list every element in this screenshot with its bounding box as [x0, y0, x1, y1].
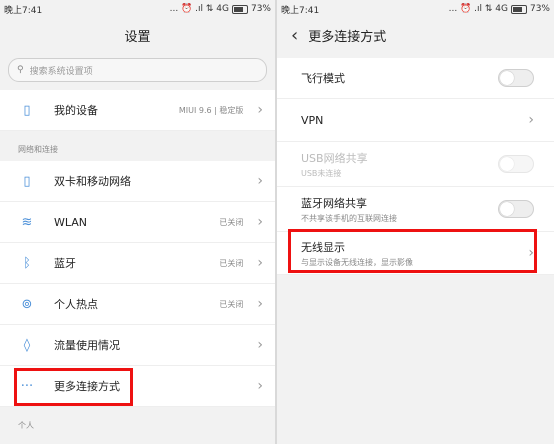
option-subtitle: 不共享该手机的互联网连接: [301, 213, 397, 223]
network-item-label: 流量使用情况: [54, 339, 120, 352]
phone-icon: ▯: [23, 102, 31, 118]
option-label: VPN: [301, 113, 324, 127]
connection-option[interactable]: VPN ›: [277, 99, 554, 142]
hotspot-icon: ⊚: [21, 296, 33, 312]
toggle-switch[interactable]: [498, 200, 534, 218]
my-device-item[interactable]: ▯ 我的设备 MIUI 9.6 | 稳定版 ›: [0, 90, 275, 131]
status-time: 晚上7:41: [281, 5, 320, 16]
my-device-version: MIUI 9.6 | 稳定版: [178, 105, 244, 115]
network-item-status: 已关闭: [219, 258, 244, 268]
network-item-label: WLAN: [54, 215, 88, 229]
option-label: USB网络共享: [301, 151, 368, 165]
page-title: 更多连接方式: [308, 29, 387, 45]
network-item-status: 已关闭: [219, 217, 244, 227]
connection-option[interactable]: 蓝牙网络共享不共享该手机的互联网连接: [277, 187, 554, 232]
more-connections-screen: 晚上7:41 ... ⏰ .ıl ⇅ 4G 73% ‹ 更多连接方式 飞行模式 V…: [277, 0, 554, 444]
section-personal-label: 个人: [0, 407, 275, 437]
search-icon: ⚲: [17, 65, 24, 75]
highlight-wireless-display: [288, 229, 537, 273]
toggle-switch: [498, 155, 534, 173]
chevron-right-icon: ›: [257, 173, 263, 189]
network-item-label: 蓝牙: [54, 257, 76, 270]
page-title-bar: ‹ 更多连接方式: [277, 18, 554, 52]
chevron-right-icon: ›: [257, 255, 263, 271]
status-bar: 晚上7:41 ... ⏰ .ıl ⇅ 4G 73%: [0, 0, 275, 18]
chevron-right-icon: ›: [257, 378, 263, 394]
data-usage-icon: ◊: [23, 337, 31, 353]
connection-option[interactable]: USB网络共享 USB未连接: [277, 142, 554, 187]
page-title-bar: 设置: [0, 18, 275, 52]
connection-option[interactable]: 飞行模式: [277, 58, 554, 99]
option-subtitle: USB未连接: [301, 168, 342, 178]
status-time: 晚上7:41: [4, 5, 43, 16]
wifi-icon: ≋: [21, 214, 33, 230]
highlight-more-connections: [14, 368, 133, 406]
back-icon[interactable]: ‹: [291, 25, 298, 46]
status-icons: ... ⏰ .ıl ⇅ 4G: [448, 4, 508, 14]
chevron-right-icon: ›: [257, 296, 263, 312]
page-title: 设置: [124, 29, 151, 45]
bluetooth-icon: ᛒ: [23, 255, 31, 271]
toggle-switch[interactable]: [498, 69, 534, 87]
sim-icon: ▯: [23, 173, 31, 189]
status-icons: ... ⏰ .ıl ⇅ 4G: [169, 4, 229, 14]
chevron-right-icon: ›: [257, 102, 263, 118]
network-item[interactable]: ᛒ 蓝牙 已关闭 ›: [0, 243, 275, 284]
chevron-right-icon: ›: [257, 214, 263, 230]
network-item-label: 个人热点: [54, 298, 98, 311]
battery-level: 73%: [529, 4, 550, 14]
chevron-right-icon: ›: [257, 337, 263, 353]
network-item-label: 双卡和移动网络: [54, 175, 131, 188]
battery-icon: [510, 4, 527, 14]
status-bar: 晚上7:41 ... ⏰ .ıl ⇅ 4G 73%: [277, 0, 554, 18]
network-item-status: 已关闭: [219, 299, 244, 309]
search-input[interactable]: ⚲ 搜索系统设置项: [8, 58, 267, 82]
my-device-label: 我的设备: [54, 104, 98, 117]
battery-icon: [231, 4, 248, 14]
battery-level: 73%: [250, 4, 271, 14]
network-item[interactable]: ◊ 流量使用情况 ›: [0, 325, 275, 366]
search-placeholder: 搜索系统设置项: [29, 66, 93, 77]
section-network-label: 网络和连接: [0, 131, 275, 161]
network-item[interactable]: ▯ 双卡和移动网络 ›: [0, 161, 275, 202]
network-item[interactable]: ≋ WLAN 已关闭 ›: [0, 202, 275, 243]
network-item[interactable]: ⊚ 个人热点 已关闭 ›: [0, 284, 275, 325]
option-label: 蓝牙网络共享: [301, 196, 367, 210]
chevron-right-icon: ›: [528, 112, 534, 128]
option-label: 飞行模式: [301, 72, 345, 85]
